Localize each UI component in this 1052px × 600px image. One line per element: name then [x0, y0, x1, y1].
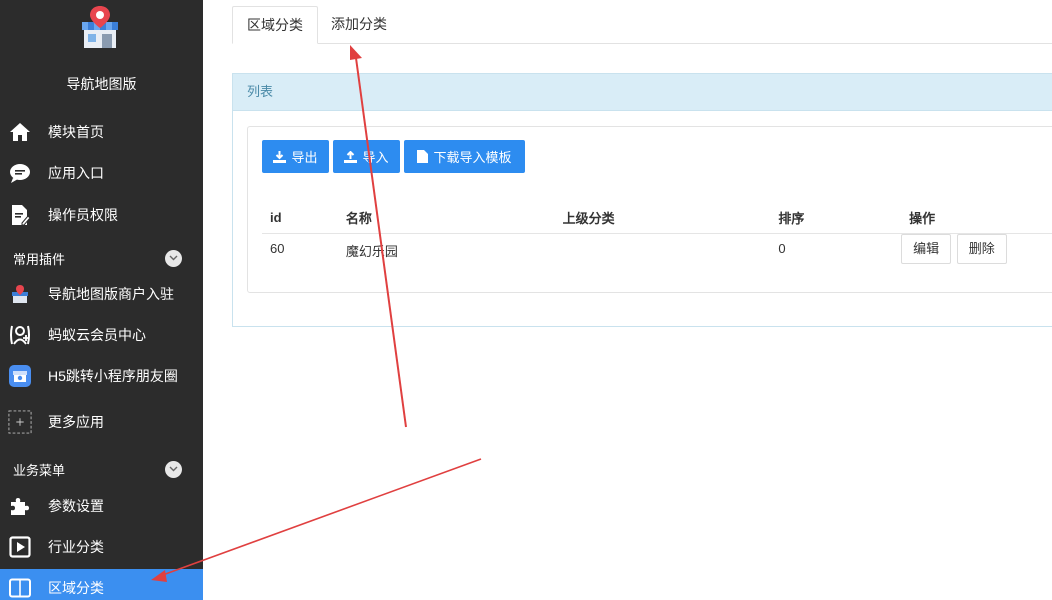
table-header-row: id 名称 上级分类 排序 操作 — [262, 203, 1052, 234]
document-edit-icon — [8, 203, 32, 227]
sidebar-item-parameter-settings[interactable]: 参数设置 — [0, 487, 203, 525]
panel-title: 列表 — [233, 74, 1052, 111]
export-button-label: 导出 — [291, 150, 318, 165]
import-button-label: 导入 — [362, 150, 389, 165]
sidebar-item-label: 蚂蚁云会员中心 — [48, 327, 146, 343]
member-center-icon — [8, 323, 32, 347]
column-header-name: 名称 — [337, 203, 555, 234]
cell-id: 60 — [270, 240, 285, 256]
download-icon — [273, 150, 287, 163]
sidebar-item-label: 行业分类 — [48, 539, 104, 555]
app-window: 导航地图版 模块首页 应用入口 操作员权限 常用插件 导航地图版商户入驻 蚂蚁云… — [0, 0, 1052, 600]
file-icon — [417, 150, 429, 163]
download-template-button-label: 下载导入模板 — [433, 150, 512, 165]
chevron-down-icon — [165, 249, 182, 267]
panel-body: 导出 导入 下载导入模板 id 名称 上级分类 排序 操作 60 魔幻乐园 0 … — [247, 126, 1052, 293]
upload-icon — [344, 150, 358, 163]
puzzle-icon — [8, 494, 32, 518]
sidebar: 导航地图版 模块首页 应用入口 操作员权限 常用插件 导航地图版商户入驻 蚂蚁云… — [0, 0, 203, 600]
category-table: id 名称 上级分类 排序 操作 60 魔幻乐园 0 编辑 删除 — [262, 203, 1052, 264]
sidebar-item-industry-category[interactable]: 行业分类 — [0, 528, 203, 566]
export-button[interactable]: 导出 — [262, 140, 329, 173]
sidebar-item-label: 模块首页 — [48, 124, 104, 140]
list-panel: 列表 导出 导入 下载导入模板 id 名称 上级分类 排序 操作 60 魔幻乐园… — [232, 73, 1052, 327]
sidebar-item-h5-jump[interactable]: H5跳转小程序朋友圈 — [0, 357, 203, 395]
chevron-down-icon — [165, 460, 182, 478]
sidebar-item-merchant-join[interactable]: 导航地图版商户入驻 — [0, 275, 203, 313]
cell-name: 魔幻乐园 — [345, 243, 398, 259]
table-row: 60 魔幻乐园 0 编辑 删除 — [262, 233, 1052, 264]
edit-button[interactable]: 编辑 — [901, 233, 952, 264]
sidebar-item-label: H5跳转小程序朋友圈 — [48, 368, 178, 384]
tab-region-category[interactable]: 区域分类 — [232, 6, 318, 44]
cell-actions: 编辑 删除 — [901, 233, 1052, 264]
cell-parent — [555, 233, 771, 264]
miniprogram-icon — [8, 364, 32, 388]
sidebar-item-label: 导航地图版商户入驻 — [48, 286, 174, 302]
chat-bubble-icon — [8, 161, 32, 185]
sidebar-item-more-apps[interactable]: 更多应用 — [0, 403, 203, 441]
delete-button[interactable]: 删除 — [956, 233, 1007, 264]
business-group-toggle[interactable]: 业务菜单 — [0, 454, 203, 484]
plus-icon — [8, 410, 32, 434]
download-template-button[interactable]: 下载导入模板 — [404, 140, 525, 173]
sidebar-item-app-entry[interactable]: 应用入口 — [0, 154, 203, 192]
sidebar-item-module-home[interactable]: 模块首页 — [0, 113, 203, 151]
sidebar-item-label: 应用入口 — [48, 165, 104, 181]
group-title: 常用插件 — [13, 251, 66, 267]
import-button[interactable]: 导入 — [333, 140, 400, 173]
home-icon — [8, 120, 32, 144]
plugins-group-toggle[interactable]: 常用插件 — [0, 243, 203, 273]
column-header-actions: 操作 — [901, 203, 1052, 234]
main-content: 区域分类 添加分类 列表 导出 导入 下载导入模板 id 名称 上级分类 排序 … — [203, 0, 1052, 600]
app-name: 导航地图版 — [66, 76, 137, 92]
column-header-parent: 上级分类 — [554, 203, 771, 234]
tab-bar: 区域分类 添加分类 — [232, 6, 1052, 44]
columns-icon — [8, 576, 32, 600]
cell-sort: 0 — [778, 240, 786, 256]
play-icon — [8, 535, 32, 559]
group-title: 业务菜单 — [13, 462, 66, 478]
sidebar-item-member-center[interactable]: 蚂蚁云会员中心 — [0, 316, 203, 354]
sidebar-item-region-category[interactable]: 区域分类 — [0, 569, 203, 600]
column-header-id: id — [262, 203, 338, 234]
tab-add-category[interactable]: 添加分类 — [317, 6, 401, 44]
sidebar-item-label: 参数设置 — [48, 498, 104, 514]
sidebar-item-label: 区域分类 — [48, 580, 104, 596]
column-header-sort: 排序 — [770, 203, 902, 234]
sidebar-item-operator-permissions[interactable]: 操作员权限 — [0, 196, 203, 234]
sidebar-item-label: 更多应用 — [48, 414, 104, 430]
shop-logo-icon — [80, 4, 120, 50]
sidebar-item-label: 操作员权限 — [48, 207, 118, 223]
shop-map-icon — [8, 282, 32, 306]
